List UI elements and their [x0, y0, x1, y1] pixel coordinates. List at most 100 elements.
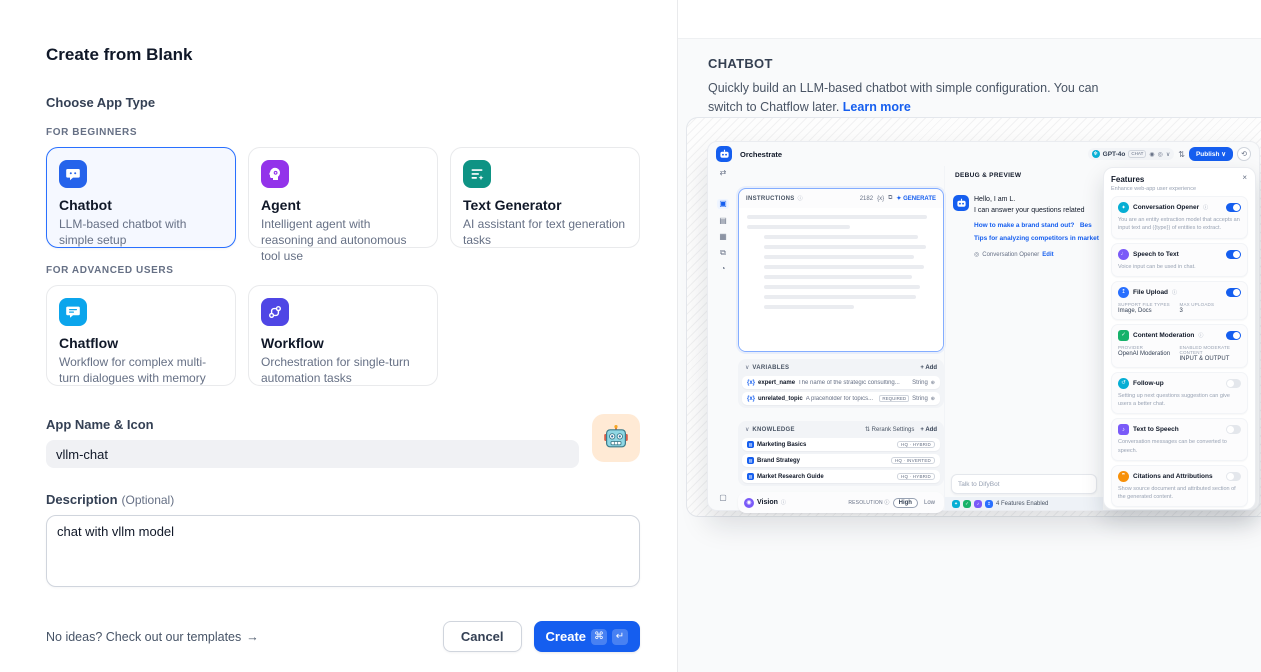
pv-dataset-icon: ▧: [747, 473, 754, 480]
pv-dataset-badge: HQ · HYBRID: [897, 441, 935, 448]
pv-dataset-name: Market Research Guide: [757, 474, 824, 480]
pv-upload-icon: ↥: [1118, 287, 1129, 298]
pv-speech-dot-icon: ♪: [974, 500, 982, 508]
modal-title: Create from Blank: [46, 45, 640, 65]
pv-variable-row: {x} expert_name The name of the strategi…: [742, 376, 940, 389]
pv-resolution-low-button: Low: [921, 499, 938, 507]
pv-dataset-name: Marketing Basics: [757, 442, 806, 448]
pv-knowledge-panel: ∨ KNOWLEDGE ⇅ Rerank Settings + Add ▧ Ma…: [738, 421, 944, 486]
pv-knowledge-row: ▧ Brand Strategy HQ · INVERTED: [742, 454, 940, 467]
app-type-card-chatbot[interactable]: Chatbot LLM-based chatbot with simple se…: [46, 147, 236, 248]
workflow-icon: [261, 298, 289, 326]
app-name-input[interactable]: [46, 440, 579, 468]
pv-app-logo-icon: [716, 146, 732, 162]
pv-features-title: Features: [1111, 175, 1248, 184]
pv-vision-label: Vision: [757, 499, 778, 506]
learn-more-link[interactable]: Learn more: [843, 100, 911, 114]
pv-model-mode-badge: CHAT: [1128, 150, 1146, 158]
pv-instructions-panel: INSTRUCTIONS ⓘ 2182 {x} ⧉ ✦ GENERATE: [738, 188, 944, 352]
pv-sidebar: ⇄ ▣ ▤ ▦ ⧉ ◔ ▢: [708, 166, 738, 510]
pv-knowledge-row: ▧ Market Research Guide HQ · HYBRID: [742, 470, 940, 483]
for-advanced-label: FOR ADVANCED USERS: [46, 265, 640, 276]
pv-debug-title: DEBUG & PREVIEW: [955, 172, 1103, 179]
pv-resolution-high-button: High: [893, 498, 918, 508]
pv-rerank-settings: ⇅ Rerank Settings: [865, 426, 914, 433]
pv-follow-up-icon: ↺: [1118, 378, 1129, 389]
pv-feature-follow-up: ↺ Follow-up Setting up next questions su…: [1111, 372, 1248, 415]
type-desc: LLM-based chatbot with simple setup: [59, 216, 223, 248]
pv-toggle-on: [1226, 288, 1241, 297]
preview-description: Quickly build an LLM-based chatbot with …: [708, 79, 1120, 117]
app-type-card-chatflow[interactable]: Chatflow Workflow for complex multi-turn…: [46, 285, 236, 386]
chatbot-icon: [59, 160, 87, 188]
app-type-preview-panel: CHATBOT Quickly build an LLM-based chatb…: [677, 0, 1261, 672]
create-button[interactable]: Create ⌘ ↵: [534, 621, 640, 652]
pv-opener-label: Conversation Opener: [982, 252, 1039, 258]
pv-variable-name: unrelated_topic: [758, 396, 803, 402]
cancel-button[interactable]: Cancel: [443, 621, 522, 652]
description-textarea[interactable]: chat with vllm model: [46, 515, 640, 587]
app-type-card-workflow[interactable]: Workflow Orchestration for single-turn a…: [248, 285, 438, 386]
app-type-card-agent[interactable]: Agent Intelligent agent with reasoning a…: [248, 147, 438, 248]
pv-features-panel: Features × Enhance web-app user experien…: [1103, 167, 1256, 510]
pv-opener-dot-icon: ✦: [952, 500, 960, 508]
pv-moderation-icon: ✓: [1118, 330, 1129, 341]
type-desc: Workflow for complex multi-turn dialogue…: [59, 354, 223, 386]
pv-tts-icon: ♪: [1118, 424, 1129, 435]
pv-publish-button: Publish ∨: [1189, 147, 1233, 161]
pv-params-icon: ⇅: [1178, 150, 1185, 159]
templates-link[interactable]: No ideas? Check out our templates →: [46, 630, 259, 644]
text-generator-icon: [463, 160, 491, 188]
pv-variable-row: {x} unrelated_topic A placeholder for to…: [742, 392, 940, 405]
pv-required-badge: REQUIRED: [879, 395, 909, 402]
pv-collapse-icon: ▢: [719, 493, 727, 502]
type-name: Agent: [261, 197, 425, 213]
pv-header: Orchestrate ✻ GPT-4o CHAT ◉ ◎ ∨ ⇅ Publis…: [708, 142, 1259, 166]
description-optional-label: (Optional): [122, 493, 175, 507]
pv-logs-icon: ▦: [719, 233, 727, 241]
pv-opener-icon: ✦: [1118, 202, 1129, 213]
pv-knowledge-title: KNOWLEDGE: [752, 427, 794, 433]
app-type-card-text-generator[interactable]: Text Generator AI assistant for text gen…: [450, 147, 640, 248]
pv-mic-icon: ♩: [1118, 249, 1129, 260]
arrow-right-icon: →: [246, 630, 259, 644]
type-name: Chatflow: [59, 335, 223, 351]
app-name-section: App Name & Icon: [46, 417, 640, 468]
pv-vision-row: ◉ Vision ⓘ RESOLUTION ⓘ High Low: [738, 492, 944, 513]
pv-vision-icon: ◎: [1158, 151, 1163, 158]
pv-model-selector: ✻ GPT-4o CHAT ◉ ◎ ∨: [1088, 148, 1175, 160]
pv-variable-settings-icon: ⊕: [931, 380, 935, 386]
pv-mic-icon: ◉: [1149, 151, 1154, 158]
pv-chat-input: Talk to DifyBot: [951, 474, 1097, 494]
pv-dataset-badge: HQ · HYBRID: [897, 473, 935, 480]
pv-model-name: GPT-4o: [1103, 151, 1126, 158]
pv-chevron-down-icon: ∨: [1166, 151, 1170, 158]
description-section: Description (Optional) chat with vllm mo…: [46, 492, 640, 592]
pv-feature-text-to-speech: ♪ Text to Speech Conversation messages c…: [1111, 418, 1248, 461]
pv-knowledge-row: ▧ Marketing Basics HQ · HYBRID: [742, 438, 940, 451]
pv-suggestion-1: How to make a brand stand out? Bes: [974, 222, 1099, 229]
create-button-label: Create: [546, 629, 586, 644]
type-desc: Orchestration for single-turn automation…: [261, 354, 425, 386]
pv-copy-icon: ⧉: [888, 195, 892, 202]
pv-char-count: 2182: [860, 196, 873, 202]
pv-toggle-on: [1226, 331, 1241, 340]
pv-variable-icon: {x}: [747, 396, 755, 402]
pv-features-enabled-label: 4 Features Enabled: [996, 501, 1048, 507]
pv-features-subtitle: Enhance web-app user experience: [1111, 186, 1248, 192]
type-desc: Intelligent agent with reasoning and aut…: [261, 216, 425, 265]
app-name-label: App Name & Icon: [46, 417, 640, 432]
app-icon-picker-button[interactable]: [592, 414, 640, 462]
pv-dataset-name: Brand Strategy: [757, 458, 800, 464]
pv-variables-panel: ∨ VARIABLES + Add {x} expert_name The na…: [738, 359, 944, 408]
beginner-type-grid: Chatbot LLM-based chatbot with simple se…: [46, 147, 640, 248]
pv-vision-feature-icon: ◉: [744, 498, 754, 508]
preview-image-frame: Orchestrate ✻ GPT-4o CHAT ◉ ◎ ∨ ⇅ Publis…: [686, 117, 1261, 517]
pv-variable-desc: A placeholder for topics...: [806, 396, 877, 402]
pv-image-icon: ▤: [719, 217, 727, 225]
pv-variable-icon: {x}: [877, 196, 884, 202]
type-desc: AI assistant for text generation tasks: [463, 216, 627, 248]
pv-variable-icon: {x}: [747, 380, 755, 386]
pv-feature-file-upload: ↥ File Upload ⓘ SUPPORT FILE TYPES Image…: [1111, 281, 1248, 320]
pv-info-icon: ⓘ: [1198, 332, 1203, 339]
